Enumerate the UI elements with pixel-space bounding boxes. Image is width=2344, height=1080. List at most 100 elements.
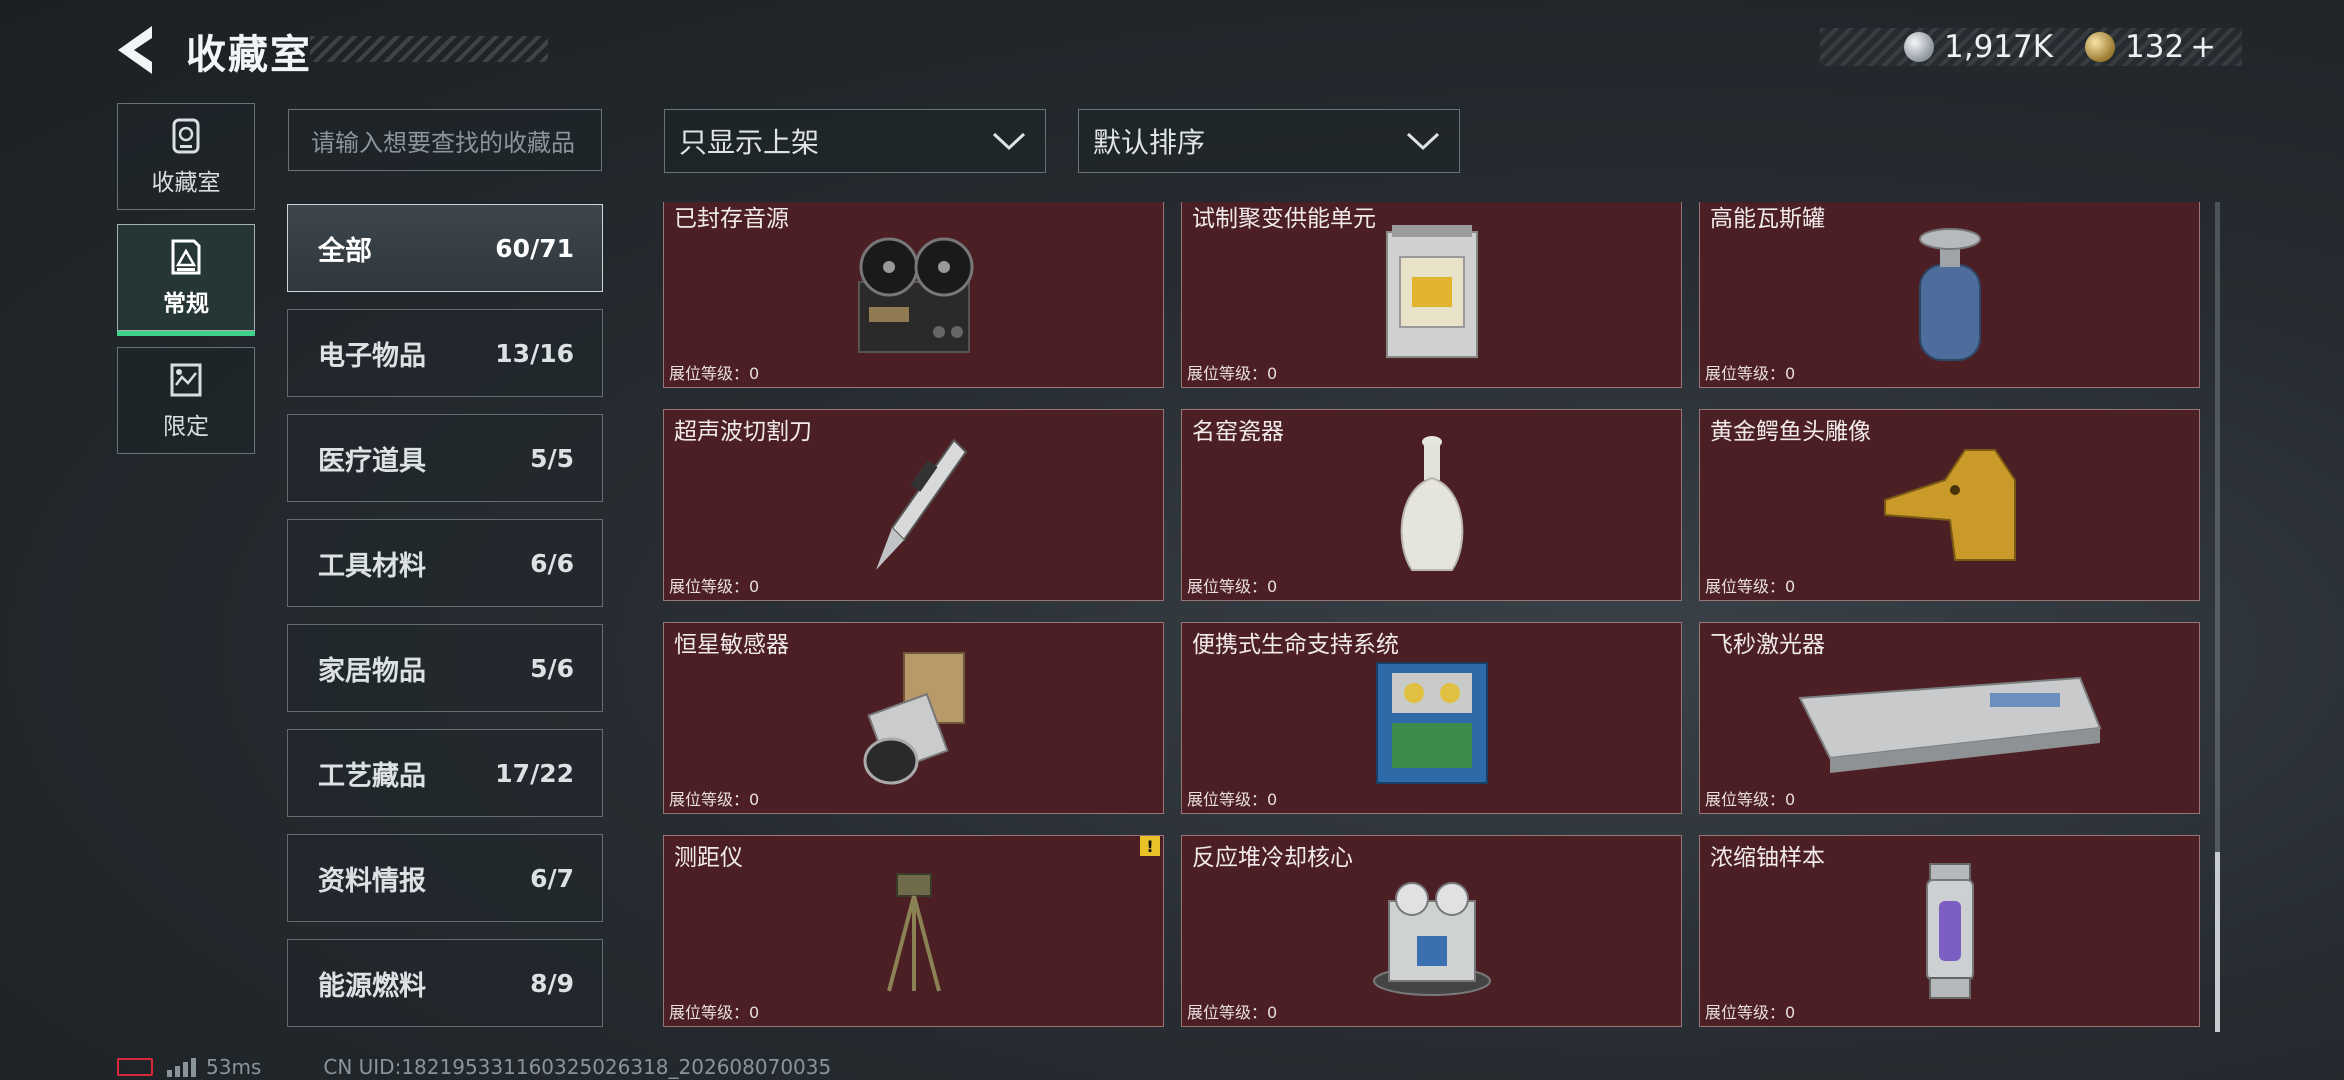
item-level: 展位等级：0 [669,577,760,596]
nav-tab-regular[interactable]: 常规 [117,224,255,336]
category-count: 6/6 [530,548,574,578]
ultrasonic-cutter-icon [875,438,967,570]
status-bar: 53ms CN UID:1821953311603250​26318_20260… [117,1054,831,1080]
collection-item-card[interactable]: 飞秒激光器 展位等级：0 [1699,622,2200,814]
life-support-system-icon [1375,662,1488,784]
chevron-down-icon [1406,132,1440,151]
uranium-sample-icon [1925,863,1974,999]
fusion-unit-icon [1385,225,1478,358]
show-filter-value: 只显示上架 [679,126,820,159]
add-currency-button[interactable]: + [2190,29,2216,65]
search-input[interactable]: 请输入想要查找的收藏品 [288,109,602,171]
nav-tab-limited[interactable]: 限定 [117,347,255,454]
nav-tab-label: 收藏室 [151,169,221,196]
currency-silver: 1,917K [1904,28,2053,66]
item-name: 恒星敏感器 [674,632,789,658]
category-count: 8/9 [530,968,574,998]
grid-scrollbar[interactable] [2215,202,2220,1032]
collection-item-card[interactable]: 黄金鳄鱼头雕像 展位等级：0 [1699,409,2200,601]
category-name: 全部 [318,235,372,267]
search-placeholder: 请输入想要查找的收藏品 [311,128,575,157]
ping-value: 53ms [206,1055,262,1079]
item-level: 展位等级：0 [1187,577,1278,596]
header: 收藏室 1,917K 132 + [0,0,2344,100]
category-household[interactable]: 家居物品 5/6 [287,624,603,712]
category-crafts[interactable]: 工艺藏品 17/22 [287,729,603,817]
category-count: 6/7 [530,863,574,893]
show-filter-dropdown[interactable]: 只显示上架 [664,109,1046,173]
uid-text: CN UID:1821953311603250​26318_2026080700… [323,1055,832,1079]
category-name: 能源燃料 [318,970,426,1002]
category-fuel[interactable]: 能源燃料 8/9 [287,939,603,1027]
sort-dropdown[interactable]: 默认排序 [1078,109,1460,173]
item-name: 浓缩铀样本 [1710,845,1825,871]
category-name: 医疗道具 [318,445,426,477]
item-name: 飞秒激光器 [1710,632,1825,658]
sort-value: 默认排序 [1093,126,1206,159]
porcelain-vase-icon [1400,436,1463,571]
femtosecond-laser-icon [1797,676,2101,773]
item-level: 展位等级：0 [669,790,760,809]
collection-item-card[interactable]: 试制聚变供能单元 展位等级：0 [1181,202,1682,388]
collection-item-card[interactable]: 测距仪 ! 展位等级：0 [663,835,1164,1027]
collection-item-card[interactable]: 已封存音源 展位等级：0 [663,202,1164,388]
currency-silver-value: 1,917K [1944,29,2054,65]
category-tools[interactable]: 工具材料 6/6 [287,519,603,607]
item-name: 名窑瓷器 [1192,419,1284,445]
regular-icon [171,239,201,274]
reactor-cooling-core-icon [1372,882,1491,996]
star-sensor-icon [863,652,965,785]
item-name: 高能瓦斯罐 [1710,206,1825,232]
currency-gold-value: 132 [2125,29,2185,65]
item-level: 展位等级：0 [1187,1003,1278,1022]
battery-icon [117,1058,153,1076]
item-name: 已封存音源 [674,206,789,232]
category-name: 工具材料 [318,550,426,582]
signal-icon [167,1057,196,1077]
item-name: 超声波切割刀 [674,419,812,445]
limited-icon [170,363,202,396]
nav-tab-label: 常规 [163,290,209,317]
collection-item-card[interactable]: 高能瓦斯罐 展位等级：0 [1699,202,2200,388]
category-count: 60/71 [495,233,574,263]
category-medical[interactable]: 医疗道具 5/5 [287,414,603,502]
category-name: 家居物品 [318,655,426,687]
item-level: 展位等级：0 [1705,364,1796,383]
category-count: 5/6 [530,653,574,683]
category-count: 17/22 [495,758,574,788]
item-level: 展位等级：0 [1187,790,1278,809]
new-alert-badge: ! [1140,836,1160,856]
category-count: 5/5 [530,443,574,473]
collection-grid: 已封存音源 展位等级：0 试制聚变供能单元 展位等级：0 高能瓦斯罐 展位等级：… [663,202,2203,1032]
collection-item-card[interactable]: 名窑瓷器 展位等级：0 [1181,409,1682,601]
item-name: 试制聚变供能单元 [1192,206,1376,232]
collection-item-card[interactable]: 超声波切割刀 展位等级：0 [663,409,1164,601]
item-level: 展位等级：0 [669,1003,760,1022]
collection-item-card[interactable]: 反应堆冷却核心 展位等级：0 [1181,835,1682,1027]
item-level: 展位等级：0 [1705,790,1796,809]
category-all[interactable]: 全部 60/71 [287,204,603,292]
golden-crocodile-statue-icon [1883,449,2016,561]
category-name: 电子物品 [318,340,426,372]
category-count: 13/16 [495,338,574,368]
item-name: 测距仪 [674,845,743,871]
currency-gold: 132 + [2085,28,2216,66]
nav-tab-collection-room[interactable]: 收藏室 [117,103,255,210]
chevron-down-icon [992,132,1026,151]
item-name: 反应堆冷却核心 [1192,845,1353,871]
category-name: 工艺藏品 [318,760,426,792]
scrollbar-thumb[interactable] [2215,852,2220,1032]
category-electronics[interactable]: 电子物品 13/16 [287,309,603,397]
page-title: 收藏室 [186,32,312,78]
collection-item-card[interactable]: 恒星敏感器 展位等级：0 [663,622,1164,814]
reel-tape-recorder-icon [857,237,973,353]
item-level: 展位等级：0 [1705,577,1796,596]
collection-item-card[interactable]: 浓缩铀样本 展位等级：0 [1699,835,2200,1027]
category-name: 资料情报 [318,865,426,897]
category-intel[interactable]: 资料情报 6/7 [287,834,603,922]
collection-item-card[interactable]: 便携式生命支持系统 展位等级：0 [1181,622,1682,814]
back-button[interactable] [112,22,164,78]
item-level: 展位等级：0 [669,364,760,383]
back-arrow-icon [118,26,152,74]
gold-coin-icon [2085,32,2115,62]
